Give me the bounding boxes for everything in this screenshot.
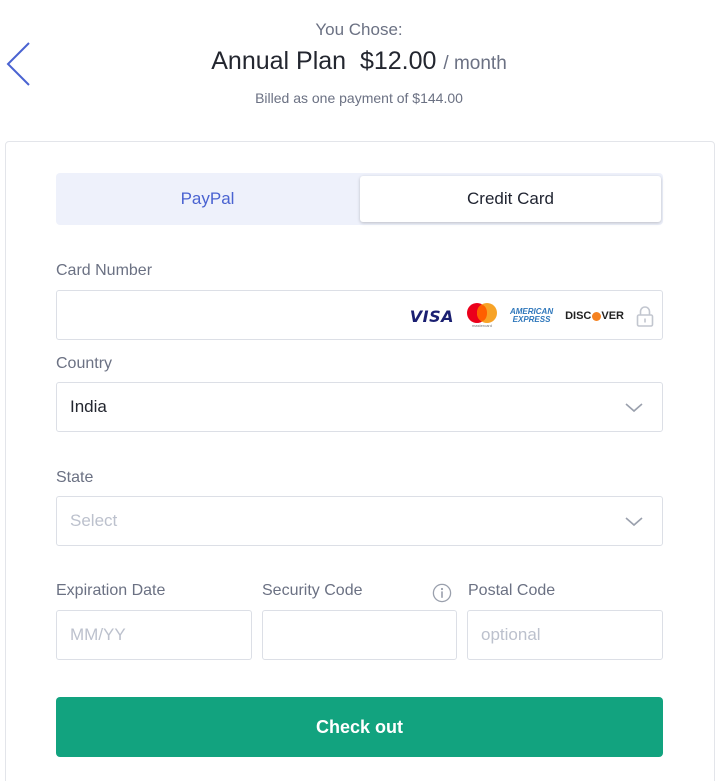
state-label: State [56, 469, 94, 486]
card-number-label: Card Number [56, 262, 153, 279]
card-brand-logos: VISA mastercard AMERICAN EXPRESS DISC VER [410, 303, 654, 329]
visa-logo: VISA [409, 306, 454, 326]
mastercard-logo: mastercard [466, 303, 498, 329]
postal-placeholder: optional [481, 625, 541, 644]
you-chose-label: You Chose: [315, 20, 403, 39]
plan-line: Annual Plan $12.00 / month [0, 47, 718, 76]
postal-code-input[interactable]: optional [467, 610, 663, 660]
expiration-input[interactable]: MM/YY [56, 610, 252, 660]
plan-price: $12.00 [359, 47, 437, 75]
plan-period: / month [443, 53, 507, 74]
country-value: India [70, 397, 107, 416]
state-placeholder: Select [70, 511, 118, 530]
amex-logo: AMERICAN EXPRESS [509, 307, 554, 324]
expiration-placeholder: MM/YY [70, 625, 126, 644]
payment-method-tabs: PayPal Credit Card [56, 173, 663, 225]
postal-code-label: Postal Code [468, 582, 556, 599]
discover-logo: DISC VER [565, 310, 624, 322]
billing-note: Billed as one payment of $144.00 [255, 90, 463, 106]
tab-credit-card[interactable]: Credit Card [360, 176, 661, 222]
country-label: Country [56, 355, 113, 372]
checkout-button[interactable]: Check out [56, 697, 663, 757]
security-code-label: Security Code [262, 582, 363, 599]
plan-name: Annual Plan [211, 47, 347, 75]
country-select[interactable]: India [56, 382, 663, 432]
info-icon[interactable] [432, 583, 452, 603]
card-number-input[interactable]: VISA mastercard AMERICAN EXPRESS DISC VER [56, 290, 663, 340]
payment-card [5, 141, 715, 781]
expiration-label: Expiration Date [56, 582, 166, 599]
state-select[interactable]: Select [56, 496, 663, 546]
security-code-input[interactable] [262, 610, 457, 660]
chevron-down-icon [625, 517, 643, 527]
lock-icon [636, 306, 654, 327]
chevron-down-icon [625, 403, 643, 413]
tab-paypal[interactable]: PayPal [56, 173, 359, 225]
